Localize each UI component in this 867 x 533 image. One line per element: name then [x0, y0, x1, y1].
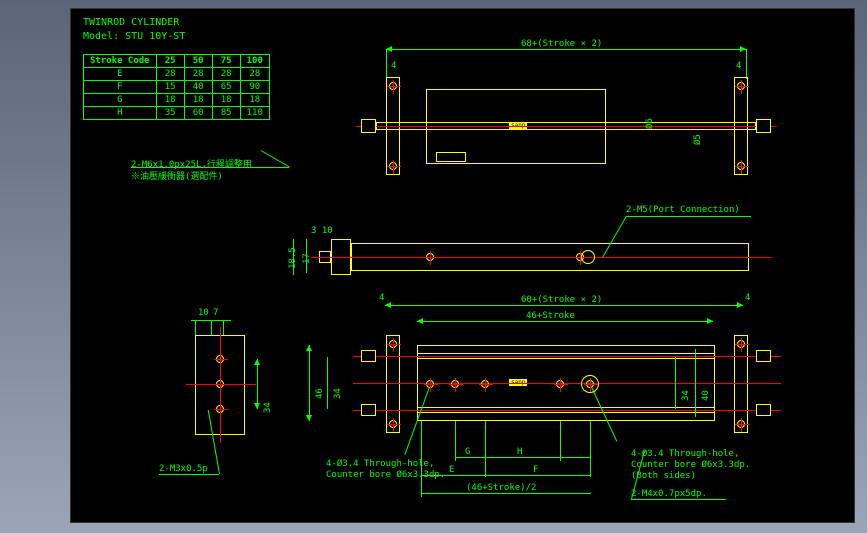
note-through2c: (Both sides) — [631, 471, 696, 481]
end-bolt — [361, 119, 376, 133]
dim-line — [386, 49, 746, 50]
note-m4: 2-M4x0.7px5dp. — [631, 489, 707, 499]
dim-dia6: Ø6 — [645, 118, 655, 129]
table-header: 50 — [184, 55, 212, 68]
end-bolt — [361, 404, 376, 416]
mounting-hole — [737, 420, 745, 428]
table-header: 100 — [240, 55, 269, 68]
dim-dia5: Ø5 — [693, 134, 703, 145]
body-hole — [556, 380, 564, 388]
dim-34: 34 — [681, 390, 691, 401]
note-through2b: Counter bore Ø6x3.3dp. — [631, 460, 750, 470]
note-buffer: ※油壓緩衝器(選配件) — [131, 169, 223, 182]
table-row: H 35 60 85 110 — [84, 107, 270, 120]
centerline — [311, 257, 771, 258]
end-bolt — [756, 119, 771, 133]
mounting-hole — [389, 340, 397, 348]
note-through2a: 4-Ø3.4 Through-hole, — [631, 449, 739, 459]
dim-4: 4 — [736, 61, 741, 71]
table-row: F 15 40 65 90 — [84, 81, 270, 94]
stroke-table: Stroke Code 25 50 75 100 E 28 28 28 28 F… — [83, 54, 270, 120]
mounting-hole — [737, 162, 745, 170]
table-header: 25 — [156, 55, 184, 68]
dim-4: 4 — [745, 293, 750, 303]
mounting-hole — [737, 340, 745, 348]
dim-formula: (46+Stroke)/2 — [466, 483, 536, 493]
dim-4: 4 — [379, 293, 384, 303]
centerline — [353, 410, 781, 411]
table-header: 75 — [212, 55, 240, 68]
table-row: Stroke Code 25 50 75 100 — [84, 55, 270, 68]
dim-34: 34 — [263, 402, 273, 413]
callout-circle-icon — [581, 375, 599, 393]
centerline — [353, 356, 781, 357]
dim-overall-top: 68+(Stroke × 2) — [521, 39, 602, 49]
centerline — [186, 384, 256, 385]
mounting-hole — [389, 420, 397, 428]
centerline — [356, 126, 776, 127]
dim-4: 4 — [391, 61, 396, 71]
dim-e: E — [449, 465, 454, 475]
body-hole — [481, 380, 489, 388]
nameplate — [436, 152, 466, 162]
drawing-title-2: Model: STU 10Y-ST — [83, 31, 185, 42]
dim-17: 17 — [302, 253, 312, 264]
mounting-hole — [389, 162, 397, 170]
dim-10: 10 — [198, 308, 209, 318]
dim-46: 46 — [315, 388, 325, 399]
leader-line — [261, 150, 290, 167]
table-header: Stroke Code — [84, 55, 157, 68]
dim-34: 34 — [333, 388, 343, 399]
note-through1a: 4-Ø3.4 Through-hole, — [326, 459, 434, 469]
note-through1b: Counter bore Ø6x3.3dp. — [326, 470, 445, 480]
port-circle-icon — [581, 250, 595, 264]
end-bolt — [756, 404, 771, 416]
table-row: G 18 18 18 18 — [84, 94, 270, 107]
dim-40: 40 — [701, 390, 711, 401]
body-hole — [451, 380, 459, 388]
note-m3: 2-M3x0.5p — [159, 464, 208, 474]
dim-f: F — [533, 465, 538, 475]
dim-g: G — [465, 447, 470, 457]
dim-inner: 46+Stroke — [526, 311, 575, 321]
centerline — [220, 327, 221, 443]
mounting-hole — [737, 82, 745, 90]
port-hole — [426, 253, 434, 261]
note-port: 2-M5(Port Connection) — [626, 205, 740, 215]
mounting-hole — [389, 82, 397, 90]
dim-overall-bottom: 60+(Stroke × 2) — [521, 295, 602, 305]
dim-h: H — [517, 447, 522, 457]
cad-canvas: TWINROD CYLINDER Model: STU 10Y-ST Strok… — [70, 8, 855, 523]
dim-310: 3 10 — [311, 226, 333, 236]
dim-7: 7 — [213, 308, 218, 318]
table-row: E 28 28 28 28 — [84, 68, 270, 81]
drawing-title-1: TWINROD CYLINDER — [83, 17, 179, 28]
end-bolt — [756, 350, 771, 362]
end-bolt — [361, 350, 376, 362]
